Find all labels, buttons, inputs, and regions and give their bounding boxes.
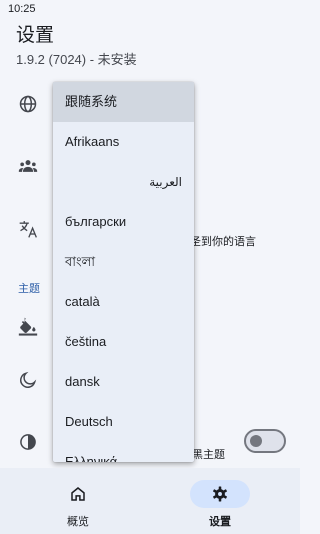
nav-overview-pill (48, 480, 108, 508)
language-menu-item[interactable]: čeština (53, 322, 194, 362)
globe-icon[interactable] (18, 94, 38, 114)
app-version-subtitle: 1.9.2 (7024) - 未安装 (16, 52, 137, 67)
language-menu-item[interactable]: العربية (53, 162, 194, 202)
language-dropdown-menu: 跟随系统 Afrikaans العربية български বাংলা c… (53, 82, 194, 462)
nav-overview-label: 概览 (67, 516, 89, 528)
nav-overview[interactable]: 概览 (3, 468, 153, 534)
contrast-icon[interactable] (18, 432, 38, 452)
page-title: 设置 (16, 25, 55, 46)
home-icon (71, 487, 85, 501)
gear-icon (213, 486, 227, 502)
paint-bucket-icon[interactable] (18, 316, 38, 336)
language-menu-item[interactable]: বাংলা (53, 242, 194, 282)
people-icon[interactable] (18, 156, 38, 176)
status-bar: 10:25 (0, 0, 300, 20)
nav-settings-pill (190, 480, 250, 508)
language-menu-item[interactable]: български (53, 202, 194, 242)
language-menu-item[interactable]: Deutsch (53, 402, 194, 442)
status-time: 10:25 (8, 3, 36, 15)
moon-icon[interactable] (18, 370, 38, 390)
language-hint-peek: 圣到你的语言 (190, 236, 256, 248)
nav-settings-label: 设置 (209, 516, 231, 528)
dark-theme-peek: 黑主题 (192, 449, 225, 461)
language-menu-item[interactable]: dansk (53, 362, 194, 402)
translate-icon[interactable] (18, 219, 38, 239)
section-header-theme: 主题 (18, 283, 40, 295)
language-menu-item[interactable]: català (53, 282, 194, 322)
dark-theme-toggle[interactable] (244, 429, 286, 453)
toggle-knob (250, 435, 262, 447)
language-menu-item[interactable]: Afrikaans (53, 122, 194, 162)
bottom-navigation: 概览 设置 (0, 468, 300, 534)
app-header: 设置 1.9.2 (7024) - 未安装 (16, 24, 286, 68)
nav-settings[interactable]: 设置 (145, 468, 295, 534)
language-menu-item[interactable]: 跟随系统 (53, 82, 194, 122)
language-menu-item[interactable]: Ελληνικά (53, 442, 194, 462)
